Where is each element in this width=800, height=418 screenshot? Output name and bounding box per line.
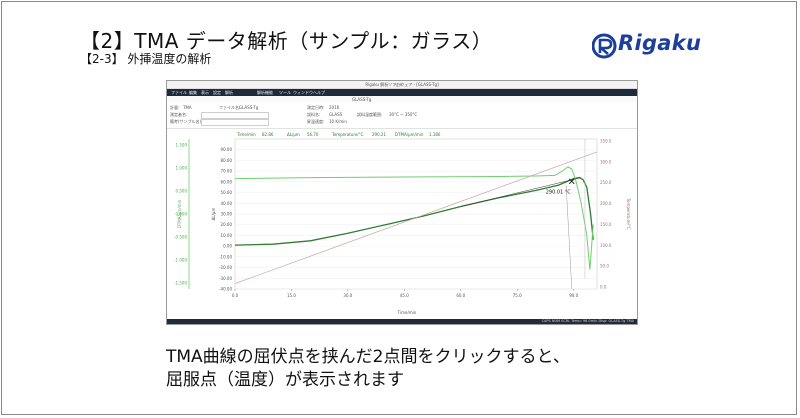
temp-tick-label: 350.0 <box>600 139 612 144</box>
status-text: CAPS NUM SCRL Temp: 96.0min Disp: GLASS-… <box>541 319 634 323</box>
yield-point-annotation: 290.01 °C <box>546 189 572 195</box>
info-label-date: 測定日時: <box>307 105 325 110</box>
info-label-kind: 計量: <box>170 105 180 110</box>
info-label-operator: 測定者名: <box>170 112 188 117</box>
temp-tick-label: 100.0 <box>600 243 612 248</box>
y-tick-label: 60.00 <box>221 179 233 184</box>
y2-tick-label: -0.500 <box>174 235 187 240</box>
info-label-sample: 試料名: <box>307 112 321 117</box>
y2-tick-label: -1.000 <box>174 258 187 263</box>
status-bar: CAPS NUM SCRL Temp: 96.0min Disp: GLASS-… <box>167 319 637 324</box>
x-tick-label: 30.0 <box>343 293 352 298</box>
y2-tick-label: 0.500 <box>176 189 188 194</box>
y-tick-label: 70.00 <box>221 169 233 174</box>
info-label-remarks: 備考(サンプル名): <box>170 119 203 124</box>
slide-subtitle: 【2-3】 外挿温度の解析 <box>80 52 212 66</box>
y-tick-label: 40.00 <box>221 201 233 206</box>
y2-tick-label: -1.500 <box>174 281 187 286</box>
info-value-date: 2016 <box>329 105 340 110</box>
readout-dl: 56.70 <box>307 132 319 137</box>
y-tick-label: -10.00 <box>219 254 232 259</box>
operator-field[interactable] <box>201 112 269 119</box>
readout-temp: 290.21 <box>372 132 386 137</box>
y-tick-label: 30.00 <box>221 212 233 217</box>
info-value-file: GLASS-Tg <box>239 105 259 110</box>
readout-dtma-label: DTMA/μm/min <box>395 132 424 137</box>
info-value-temp-range: 30°C ~ 350°C <box>389 112 418 117</box>
readout-dl-label: ΔL/μm <box>287 132 300 137</box>
info-value-rate: 10 K/min <box>329 119 347 124</box>
info-label-temp-range: 試料温度範囲: <box>357 112 383 117</box>
readout-time-label: Time/min <box>236 132 256 137</box>
y-tick-label: 0.00 <box>223 244 232 249</box>
x-tick-label: 75.0 <box>513 293 522 298</box>
x-tick-label: 0.0 <box>232 293 239 298</box>
sample-info-panel: 計量: TMA 測定者名: 備考(サンプル名): ファイル名: GLASS-Tg… <box>167 102 637 129</box>
temp-tick-label: 50.0 <box>600 264 609 269</box>
caption-line-2: 屈服点（温度）が表示されます <box>166 370 404 390</box>
temp-tick-label: 250.0 <box>600 180 612 185</box>
document-tab[interactable]: GLASS-Tg <box>352 97 371 102</box>
readout-dtma: 1.180 <box>429 132 441 137</box>
app-screenshot: Rigaku 解析ソフトウェア - [GLASS-Tg] – □ × ファイル … <box>166 80 638 325</box>
close-icon[interactable]: × <box>167 82 635 87</box>
caption-line-1: TMA曲線の屈伏点を挟んだ2点間をクリックすると、 <box>166 347 570 367</box>
y2-tick-label: 1.500 <box>176 143 188 148</box>
temp-tick-label: 300.0 <box>600 159 612 164</box>
x-tick-label: 60.0 <box>456 293 465 298</box>
y2-tick-label: 0.000 <box>176 212 188 217</box>
remarks-field[interactable] <box>201 119 269 126</box>
readout-temp-label: Temperature/°C <box>331 132 364 137</box>
info-label-rate: 昇温速度: <box>307 119 325 124</box>
y-tick-label: 90.00 <box>221 147 233 152</box>
y-axis-label: ΔL/μm <box>211 208 216 221</box>
readout-time: 82.86 <box>262 132 274 137</box>
x-tick-label: 45.0 <box>400 293 409 298</box>
y-tick-label: 50.00 <box>221 190 233 195</box>
brand-name: Rigaku <box>618 31 702 55</box>
temp-tick-label: 200.0 <box>600 201 612 206</box>
y-tick-label: -20.00 <box>219 265 232 270</box>
y-tick-label: -30.00 <box>219 276 232 281</box>
temp-tick-label: 0.0 <box>600 285 607 290</box>
x-tick-label: 15.0 <box>287 293 296 298</box>
y2-tick-label: 1.000 <box>176 166 188 171</box>
caption: TMA曲線の屈伏点を挟んだ2点間をクリックすると、 屈服点（温度）が表示されます <box>166 346 570 392</box>
window-titlebar: Rigaku 解析ソフトウェア - [GLASS-Tg] – □ × <box>167 81 637 89</box>
temp-tick-label: 150.0 <box>600 222 612 227</box>
tma-chart[interactable]: Time/min 82.86 ΔL/μm 56.70 Temperature/°… <box>167 129 637 319</box>
info-value-kind: TMA <box>183 105 192 110</box>
menu-bar: ファイル 編集 表示 設定 解析 解析機能 ツール ウィンドウ ヘルプ <box>167 89 637 96</box>
y-tick-label: -40.00 <box>219 287 232 292</box>
x-axis-label: Time/min <box>397 310 417 315</box>
temp-axis-label: Temperature/°C <box>626 197 631 230</box>
y-tick-label: 20.00 <box>221 222 233 227</box>
info-value-sample: GLASS <box>329 112 343 117</box>
y-tick-label: 80.00 <box>221 158 233 163</box>
y-tick-label: 10.00 <box>221 233 233 238</box>
x-tick-label: 90.0 <box>569 293 578 298</box>
info-label-file: ファイル名: <box>219 105 241 110</box>
